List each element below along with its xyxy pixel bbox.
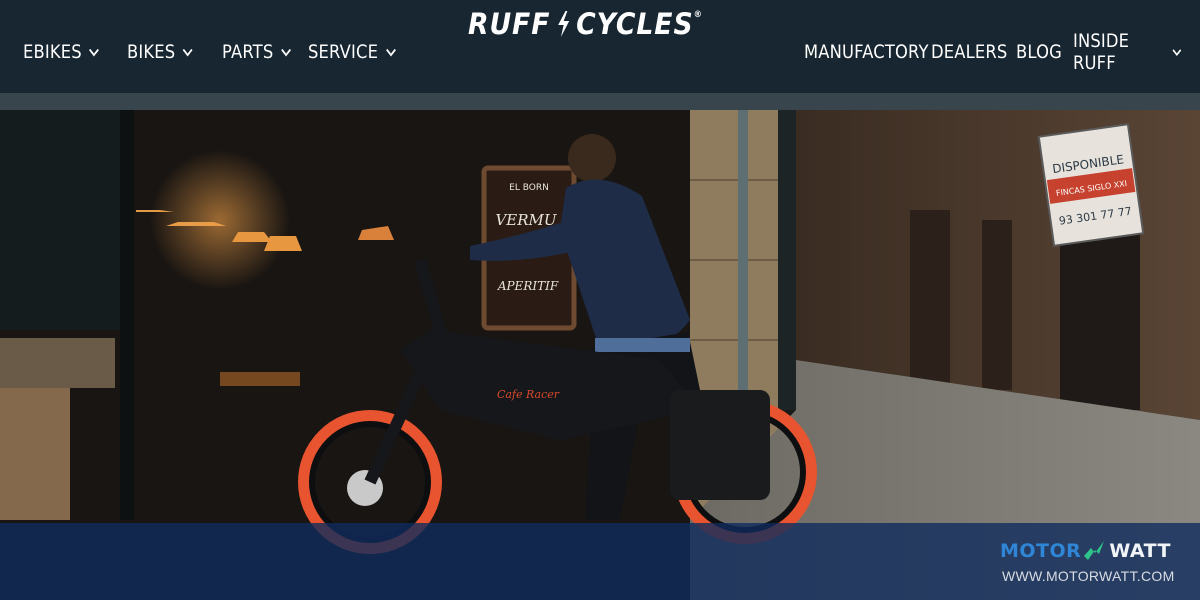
nav-item-label: BIKES bbox=[127, 41, 176, 63]
nav-item-ebikes[interactable]: EBIKES bbox=[23, 38, 100, 66]
dark-post bbox=[778, 110, 796, 410]
marble-counter bbox=[0, 338, 115, 388]
logo-text-right: CYCLES bbox=[576, 7, 694, 41]
chalkboard-mid-text: VERMU bbox=[495, 211, 557, 229]
nav-item-label: INSIDE RUFF bbox=[1073, 30, 1130, 74]
nav-item-parts[interactable]: PARTS bbox=[222, 38, 291, 66]
door-frame bbox=[120, 110, 134, 520]
doorway bbox=[910, 210, 950, 390]
nav-item-service[interactable]: SERVICE bbox=[308, 38, 396, 66]
watermark-url: WWW.MOTORWATT.COM bbox=[1002, 568, 1175, 584]
lamp-glow bbox=[150, 150, 290, 290]
ruff-cycles-logo[interactable]: RUFF CYCLES ® bbox=[468, 4, 703, 44]
nav-item-manufactory[interactable]: MANUFACTORY bbox=[804, 38, 929, 66]
hero-photo: EL BORN VERMU APERITIF DISPONIBLE FINCAS… bbox=[0, 110, 1200, 600]
window-pane bbox=[0, 110, 120, 330]
nav-item-label: SERVICE bbox=[308, 41, 379, 63]
chevron-down-icon bbox=[385, 48, 396, 56]
watermark-watt-text: WATT bbox=[1109, 540, 1172, 562]
top-navigation-bar: EBIKES BIKES PARTS SERVICE RUFF CYCLES ®… bbox=[0, 0, 1200, 93]
nav-item-bikes[interactable]: BIKES bbox=[127, 38, 193, 66]
registered-mark: ® bbox=[693, 10, 703, 20]
watermark-motor-text: MOTOR bbox=[1000, 540, 1082, 562]
nav-divider-strip bbox=[0, 93, 1200, 110]
counter-base bbox=[0, 388, 70, 520]
sale-sign: DISPONIBLE FINCAS SIGLO XXI 93 301 77 77 bbox=[1037, 123, 1145, 247]
chevron-down-icon bbox=[182, 48, 193, 56]
lightning-bolt-icon bbox=[557, 11, 569, 37]
table-light bbox=[220, 372, 300, 386]
logo-text-left: RUFF bbox=[468, 7, 551, 41]
nav-item-label: MANUFACTORY bbox=[804, 41, 929, 63]
drain-pipe bbox=[738, 110, 748, 400]
bike-badge: Cafe Racer bbox=[497, 388, 560, 401]
chalkboard-top-text: EL BORN bbox=[509, 183, 549, 193]
chevron-down-icon bbox=[89, 48, 100, 56]
nav-item-label: PARTS bbox=[222, 41, 274, 63]
motorwatt-watermark: MOTOR WATT bbox=[1000, 538, 1171, 564]
doorway bbox=[982, 220, 1012, 390]
nav-item-label: BLOG bbox=[1016, 41, 1062, 63]
chevron-down-icon bbox=[280, 48, 291, 56]
nav-item-blog[interactable]: BLOG bbox=[1016, 38, 1062, 66]
nav-item-label: DEALERS bbox=[931, 41, 1008, 63]
nav-item-inside-ruff[interactable]: INSIDE RUFF bbox=[1073, 30, 1182, 74]
pendant-lamp bbox=[264, 236, 302, 251]
shop-shutter bbox=[1060, 230, 1140, 410]
nav-item-dealers[interactable]: DEALERS bbox=[931, 38, 1007, 66]
nav-item-label: EBIKES bbox=[23, 41, 82, 63]
chalkboard-bottom-text: APERITIF bbox=[497, 279, 559, 293]
chevron-down-icon bbox=[1172, 48, 1182, 56]
lightning-bolt-icon bbox=[1084, 541, 1105, 560]
